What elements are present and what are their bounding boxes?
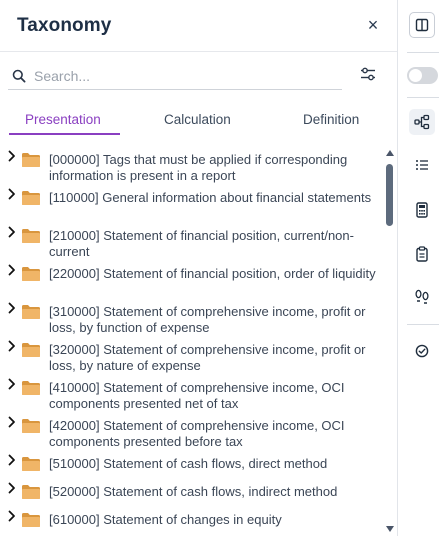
tree-item-label: [210000] Statement of financial position… xyxy=(49,228,354,259)
chevron-right-icon[interactable] xyxy=(5,263,19,277)
panel-layout-icon xyxy=(415,18,429,32)
rail-divider xyxy=(407,52,439,53)
tree-icon xyxy=(414,114,430,130)
scroll-thumb[interactable] xyxy=(386,164,393,226)
scrollbar[interactable] xyxy=(384,146,396,536)
tree-item-label: [420000] Statement of comprehensive inco… xyxy=(49,418,345,449)
filter-settings-icon[interactable] xyxy=(360,66,376,82)
tree-item-label: [520000] Statement of cash flows, indire… xyxy=(49,484,338,499)
rail-divider xyxy=(407,324,439,325)
tree-item[interactable]: [210000] Statement of financial position… xyxy=(0,222,384,260)
mode-toggle[interactable] xyxy=(407,67,438,84)
chevron-right-icon[interactable] xyxy=(5,187,19,201)
taxonomy-tree-button[interactable] xyxy=(409,109,435,135)
calculator-button[interactable] xyxy=(409,197,435,223)
tab-presentation[interactable]: Presentation xyxy=(25,112,101,127)
folder-icon xyxy=(22,485,40,499)
tree-item[interactable]: [410000] Statement of comprehensive inco… xyxy=(0,374,384,412)
folder-icon xyxy=(22,305,40,319)
list-button[interactable] xyxy=(409,152,435,178)
folder-icon xyxy=(22,191,40,205)
tree-item[interactable]: [320000] Statement of comprehensive inco… xyxy=(0,336,384,374)
chevron-right-icon[interactable] xyxy=(5,481,19,495)
tree-item[interactable]: [110000] General information about finan… xyxy=(0,184,384,222)
folder-icon xyxy=(22,343,40,357)
folder-icon xyxy=(22,267,40,281)
calculator-icon xyxy=(416,202,428,218)
panel-title: Taxonomy xyxy=(17,14,112,36)
taxonomy-tree: [000000] Tags that must be applied if co… xyxy=(0,146,384,536)
search-input[interactable] xyxy=(34,67,324,84)
tree-item[interactable]: [420000] Statement of comprehensive inco… xyxy=(0,412,384,450)
tree-item-label: [610000] Statement of changes in equity xyxy=(49,512,282,527)
search-row xyxy=(8,62,388,90)
footprints-button[interactable] xyxy=(409,284,435,310)
tree-item-label: [310000] Statement of comprehensive inco… xyxy=(49,304,366,335)
chevron-right-icon[interactable] xyxy=(5,339,19,353)
chevron-right-icon[interactable] xyxy=(5,509,19,523)
side-rail xyxy=(399,0,445,536)
scroll-up-arrow-icon[interactable] xyxy=(386,150,394,156)
rail-divider xyxy=(407,97,439,98)
tree-item-label: [410000] Statement of comprehensive inco… xyxy=(49,380,345,411)
check-circle-icon xyxy=(415,344,429,358)
close-icon[interactable]: × xyxy=(365,15,381,36)
folder-icon xyxy=(22,457,40,471)
panel-layout-button[interactable] xyxy=(409,12,435,38)
tree-item[interactable]: [310000] Statement of comprehensive inco… xyxy=(0,298,384,336)
tree-item[interactable]: [220000] Statement of financial position… xyxy=(0,260,384,298)
search-box xyxy=(8,62,342,90)
taxonomy-panel: Taxonomy × Presentation Calculation Defi… xyxy=(0,0,398,536)
chevron-right-icon[interactable] xyxy=(5,149,19,163)
tree-item-label: [320000] Statement of comprehensive inco… xyxy=(49,342,366,373)
clipboard-icon xyxy=(416,246,428,262)
list-icon xyxy=(416,160,428,170)
tab-calculation[interactable]: Calculation xyxy=(164,112,231,127)
chevron-right-icon[interactable] xyxy=(5,225,19,239)
tree-item[interactable]: [000000] Tags that must be applied if co… xyxy=(0,146,384,184)
chevron-right-icon[interactable] xyxy=(5,453,19,467)
footprints-icon xyxy=(415,289,429,304)
tree-item-label: [220000] Statement of financial position… xyxy=(49,266,376,281)
chevron-right-icon[interactable] xyxy=(5,301,19,315)
folder-icon xyxy=(22,381,40,395)
tree-item[interactable]: [610000] Statement of changes in equity xyxy=(0,506,384,534)
tree-item-label: [510000] Statement of cash flows, direct… xyxy=(49,456,328,471)
folder-icon xyxy=(22,419,40,433)
tree-item[interactable]: [520000] Statement of cash flows, indire… xyxy=(0,478,384,506)
folder-icon xyxy=(22,513,40,527)
tree-item-label: [110000] General information about finan… xyxy=(49,190,372,205)
tree-item[interactable]: [510000] Statement of cash flows, direct… xyxy=(0,450,384,478)
panel-header: Taxonomy × xyxy=(0,0,397,52)
search-icon xyxy=(12,69,26,83)
active-tab-indicator xyxy=(9,133,120,135)
tree-item-label: [000000] Tags that must be applied if co… xyxy=(49,152,348,183)
toggle-knob xyxy=(409,69,422,82)
scroll-down-arrow-icon[interactable] xyxy=(386,526,394,532)
folder-icon xyxy=(22,229,40,243)
clipboard-button[interactable] xyxy=(409,241,435,267)
validate-button[interactable] xyxy=(409,338,435,364)
folder-icon xyxy=(22,153,40,167)
chevron-right-icon[interactable] xyxy=(5,377,19,391)
tab-definition[interactable]: Definition xyxy=(303,112,359,127)
chevron-right-icon[interactable] xyxy=(5,415,19,429)
tab-bar: Presentation Calculation Definition xyxy=(0,104,398,136)
